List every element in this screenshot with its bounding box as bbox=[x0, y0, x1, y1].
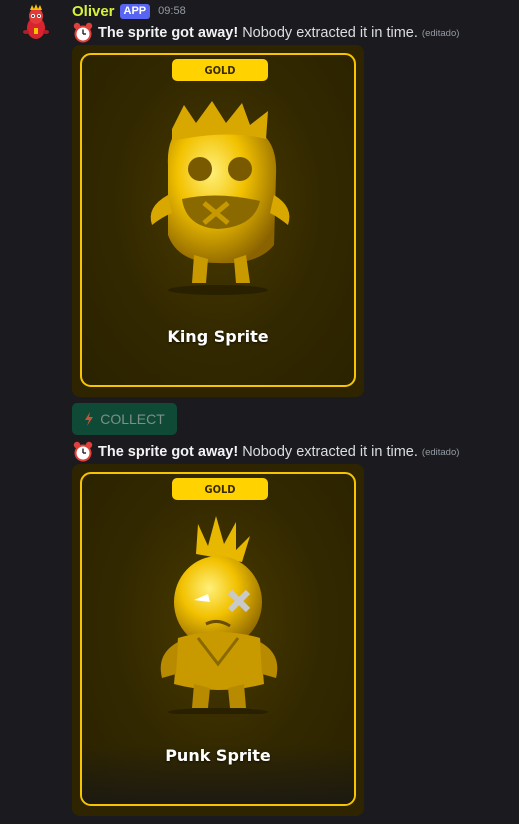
sprite-card: GOLD bbox=[72, 45, 364, 397]
message-text: The sprite got away! Nobody extracted it… bbox=[72, 441, 459, 463]
sprite-card: GOLD bbox=[72, 464, 364, 816]
alarm-clock-icon bbox=[73, 441, 93, 462]
message-header: Oliver APP 09:58 bbox=[72, 2, 186, 20]
punk-sprite-image bbox=[160, 516, 278, 714]
message-body-text: Nobody extracted it in time. bbox=[242, 444, 418, 460]
king-sprite-image bbox=[150, 101, 290, 295]
message-timestamp[interactable]: 09:58 bbox=[158, 5, 186, 17]
author-name[interactable]: Oliver bbox=[72, 3, 115, 20]
edited-label: (editado) bbox=[421, 27, 460, 39]
sprite-name: King Sprite bbox=[167, 327, 269, 346]
avatar[interactable] bbox=[16, 4, 56, 44]
message-body-text: Nobody extracted it in time. bbox=[242, 25, 418, 41]
rarity-badge: GOLD bbox=[172, 59, 268, 81]
message-bold-text: The sprite got away! bbox=[98, 25, 239, 41]
message-text: The sprite got away! Nobody extracted it… bbox=[72, 22, 459, 44]
edited-label: (editado) bbox=[421, 446, 460, 458]
collect-button-label: COLLECT bbox=[100, 411, 165, 427]
rarity-badge: GOLD bbox=[172, 478, 268, 500]
sprite-card-frame: GOLD bbox=[80, 53, 356, 387]
app-badge: APP bbox=[119, 3, 151, 19]
alarm-clock-icon bbox=[73, 22, 93, 43]
collect-button[interactable]: COLLECT bbox=[72, 403, 177, 435]
sprite-card-frame: GOLD bbox=[80, 472, 356, 806]
message-bold-text: The sprite got away! bbox=[98, 444, 239, 460]
sprite-name: Punk Sprite bbox=[165, 746, 271, 765]
chat-view: Oliver APP 09:58 The sprite got away! No… bbox=[0, 0, 519, 824]
lightning-icon bbox=[85, 412, 94, 426]
